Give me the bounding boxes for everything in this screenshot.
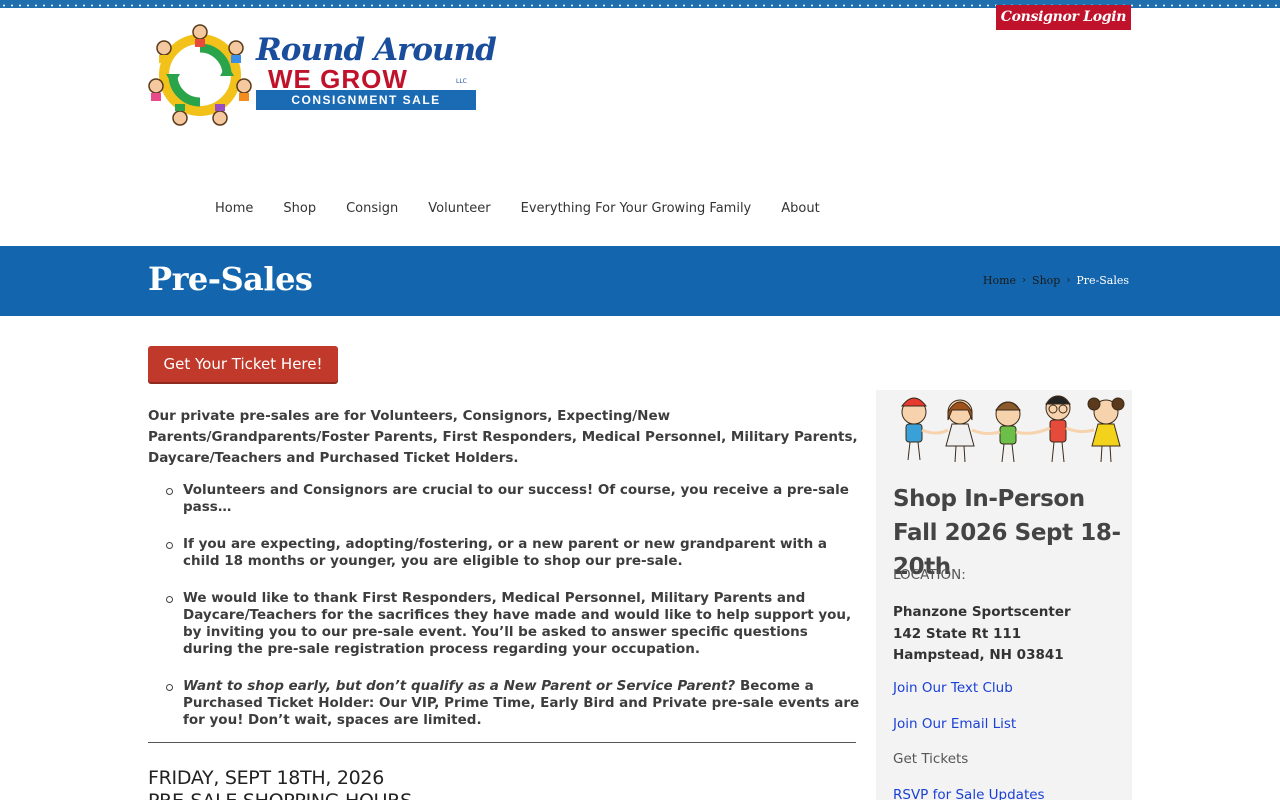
intro-paragraph: Our private pre-sales are for Volunteers… [148, 408, 858, 466]
kids-holding-hands-icon [900, 395, 1125, 463]
breadcrumb-shop[interactable]: Shop [1032, 274, 1060, 287]
text-club-link[interactable]: Join Our Text Club [893, 680, 1013, 696]
nav-about[interactable]: About [766, 199, 834, 219]
sidebar-widget: Shop In-Person Fall 2026 Sept 18-20th LO… [876, 390, 1132, 800]
list-item: Volunteers and Consignors are crucial to… [163, 482, 860, 516]
address-city: Hampstead, NH 03841 [893, 647, 1064, 663]
consignor-login-button[interactable]: Consignor Login [996, 5, 1131, 30]
main-nav: Home Shop Consign Volunteer Everything F… [200, 199, 835, 219]
location-label: LOCATION: [893, 567, 966, 583]
address-venue: Phanzone Sportscenter [893, 604, 1071, 620]
breadcrumb-separator: › [1022, 275, 1027, 286]
logo-llc: LLC [456, 78, 467, 85]
nav-shop[interactable]: Shop [268, 199, 331, 219]
nav-everything-for-your-growing-family[interactable]: Everything For Your Growing Family [506, 199, 767, 219]
event-subheading: PRE-SALE SHOPPING HOURS [148, 790, 412, 800]
logo-band: CONSIGNMENT SALE [256, 90, 476, 110]
email-list-link[interactable]: Join Our Email List [893, 716, 1016, 732]
page-banner: Pre-Sales Home › Shop › Pre-Sales [0, 246, 1280, 316]
eligibility-list: Volunteers and Consignors are crucial to… [163, 482, 860, 749]
event-date-heading: FRIDAY, SEPT 18TH, 2026 [148, 767, 385, 789]
get-ticket-button[interactable]: Get Your Ticket Here! [148, 346, 338, 382]
breadcrumb-current: Pre-Sales [1076, 274, 1129, 287]
breadcrumb-separator: › [1066, 275, 1071, 286]
list-item: If you are expecting, adopting/fostering… [163, 536, 860, 570]
breadcrumb-home[interactable]: Home [983, 274, 1016, 287]
section-divider [148, 742, 856, 743]
get-tickets-label: Get Tickets [893, 751, 969, 767]
list-item: We would like to thank First Responders,… [163, 590, 860, 658]
address-street: 142 State Rt 111 [893, 625, 1022, 642]
list-item: Want to shop early, but don’t qualify as… [163, 678, 860, 729]
list-item-italic: Want to shop early, but don’t qualify as… [183, 678, 736, 694]
nav-volunteer[interactable]: Volunteer [413, 199, 505, 219]
kids-circle-logo-icon [148, 24, 252, 126]
page-title: Pre-Sales [148, 260, 313, 298]
location-address: Phanzone Sportscenter 142 State Rt 111 H… [893, 602, 1071, 667]
nav-home[interactable]: Home [200, 199, 268, 219]
breadcrumb: Home › Shop › Pre-Sales [983, 274, 1129, 287]
logo-title: Round Around [256, 32, 497, 68]
rsvp-link[interactable]: RSVP for Sale Updates [893, 787, 1045, 800]
nav-consign[interactable]: Consign [331, 199, 413, 219]
site-logo[interactable]: Round Around WE GROW LLC CONSIGNMENT SAL… [148, 24, 497, 126]
